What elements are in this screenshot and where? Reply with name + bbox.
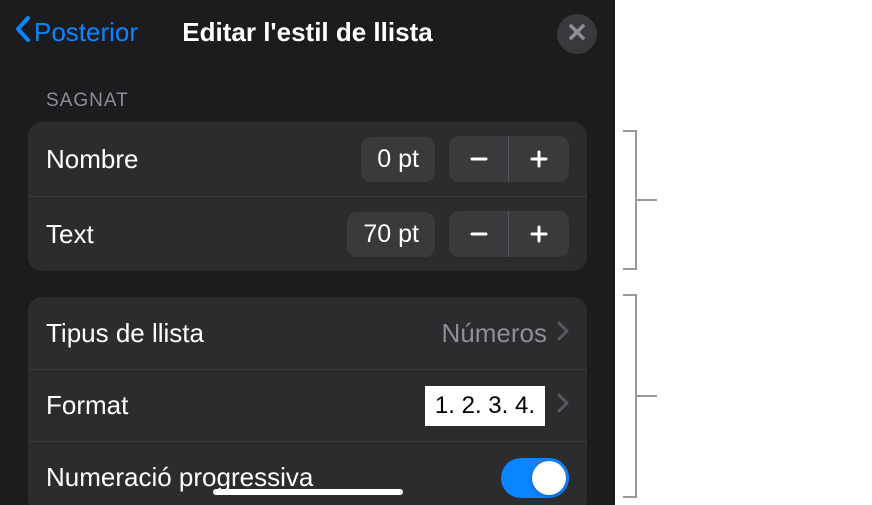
plus-icon [528, 223, 550, 245]
list-type-value: Números [442, 318, 547, 349]
close-button[interactable] [557, 14, 597, 54]
list-type-label: Tipus de llista [46, 318, 442, 349]
list-type-row[interactable]: Tipus de llista Números [28, 297, 587, 369]
text-increase-button[interactable] [509, 211, 569, 257]
close-icon [568, 23, 586, 46]
nombre-label: Nombre [46, 144, 361, 175]
indent-section-label: SAGNAT [0, 64, 615, 122]
format-value: 1. 2. 3. 4. [425, 386, 545, 426]
panel-title: Editar l'estil de llista [182, 17, 432, 48]
text-stepper [449, 211, 569, 257]
plus-icon [528, 148, 550, 170]
edit-list-style-panel: Posterior Editar l'estil de llista SAGNA… [0, 0, 615, 505]
indent-nombre-row: Nombre 0 pt [28, 122, 587, 196]
minus-icon [468, 223, 490, 245]
home-indicator[interactable] [213, 489, 403, 495]
indent-group: Nombre 0 pt Text 70 pt [28, 122, 587, 271]
nombre-stepper [449, 136, 569, 182]
chevron-right-icon [557, 393, 569, 418]
back-button[interactable]: Posterior [14, 15, 138, 50]
progressive-toggle[interactable] [501, 458, 569, 498]
list-type-group: Tipus de llista Números Format 1. 2. 3. … [28, 297, 587, 505]
chevron-right-icon [557, 321, 569, 346]
progressive-numbering-row: Numeració progressiva [28, 441, 587, 505]
callout-bracket-1 [623, 130, 637, 270]
toggle-knob [532, 461, 566, 495]
nombre-decrease-button[interactable] [449, 136, 509, 182]
chevron-left-icon [14, 15, 32, 50]
panel-header: Posterior Editar l'estil de llista [0, 0, 615, 64]
back-label: Posterior [34, 17, 138, 48]
indent-text-row: Text 70 pt [28, 196, 587, 271]
callout-line-1 [637, 199, 657, 201]
text-label: Text [46, 219, 347, 250]
nombre-increase-button[interactable] [509, 136, 569, 182]
callout-annotations [615, 0, 872, 505]
nombre-value[interactable]: 0 pt [361, 137, 435, 182]
text-value[interactable]: 70 pt [347, 212, 435, 257]
callout-bracket-2 [623, 294, 637, 498]
text-decrease-button[interactable] [449, 211, 509, 257]
minus-icon [468, 148, 490, 170]
format-label: Format [46, 390, 425, 421]
format-row[interactable]: Format 1. 2. 3. 4. [28, 369, 587, 441]
callout-line-2 [637, 395, 657, 397]
